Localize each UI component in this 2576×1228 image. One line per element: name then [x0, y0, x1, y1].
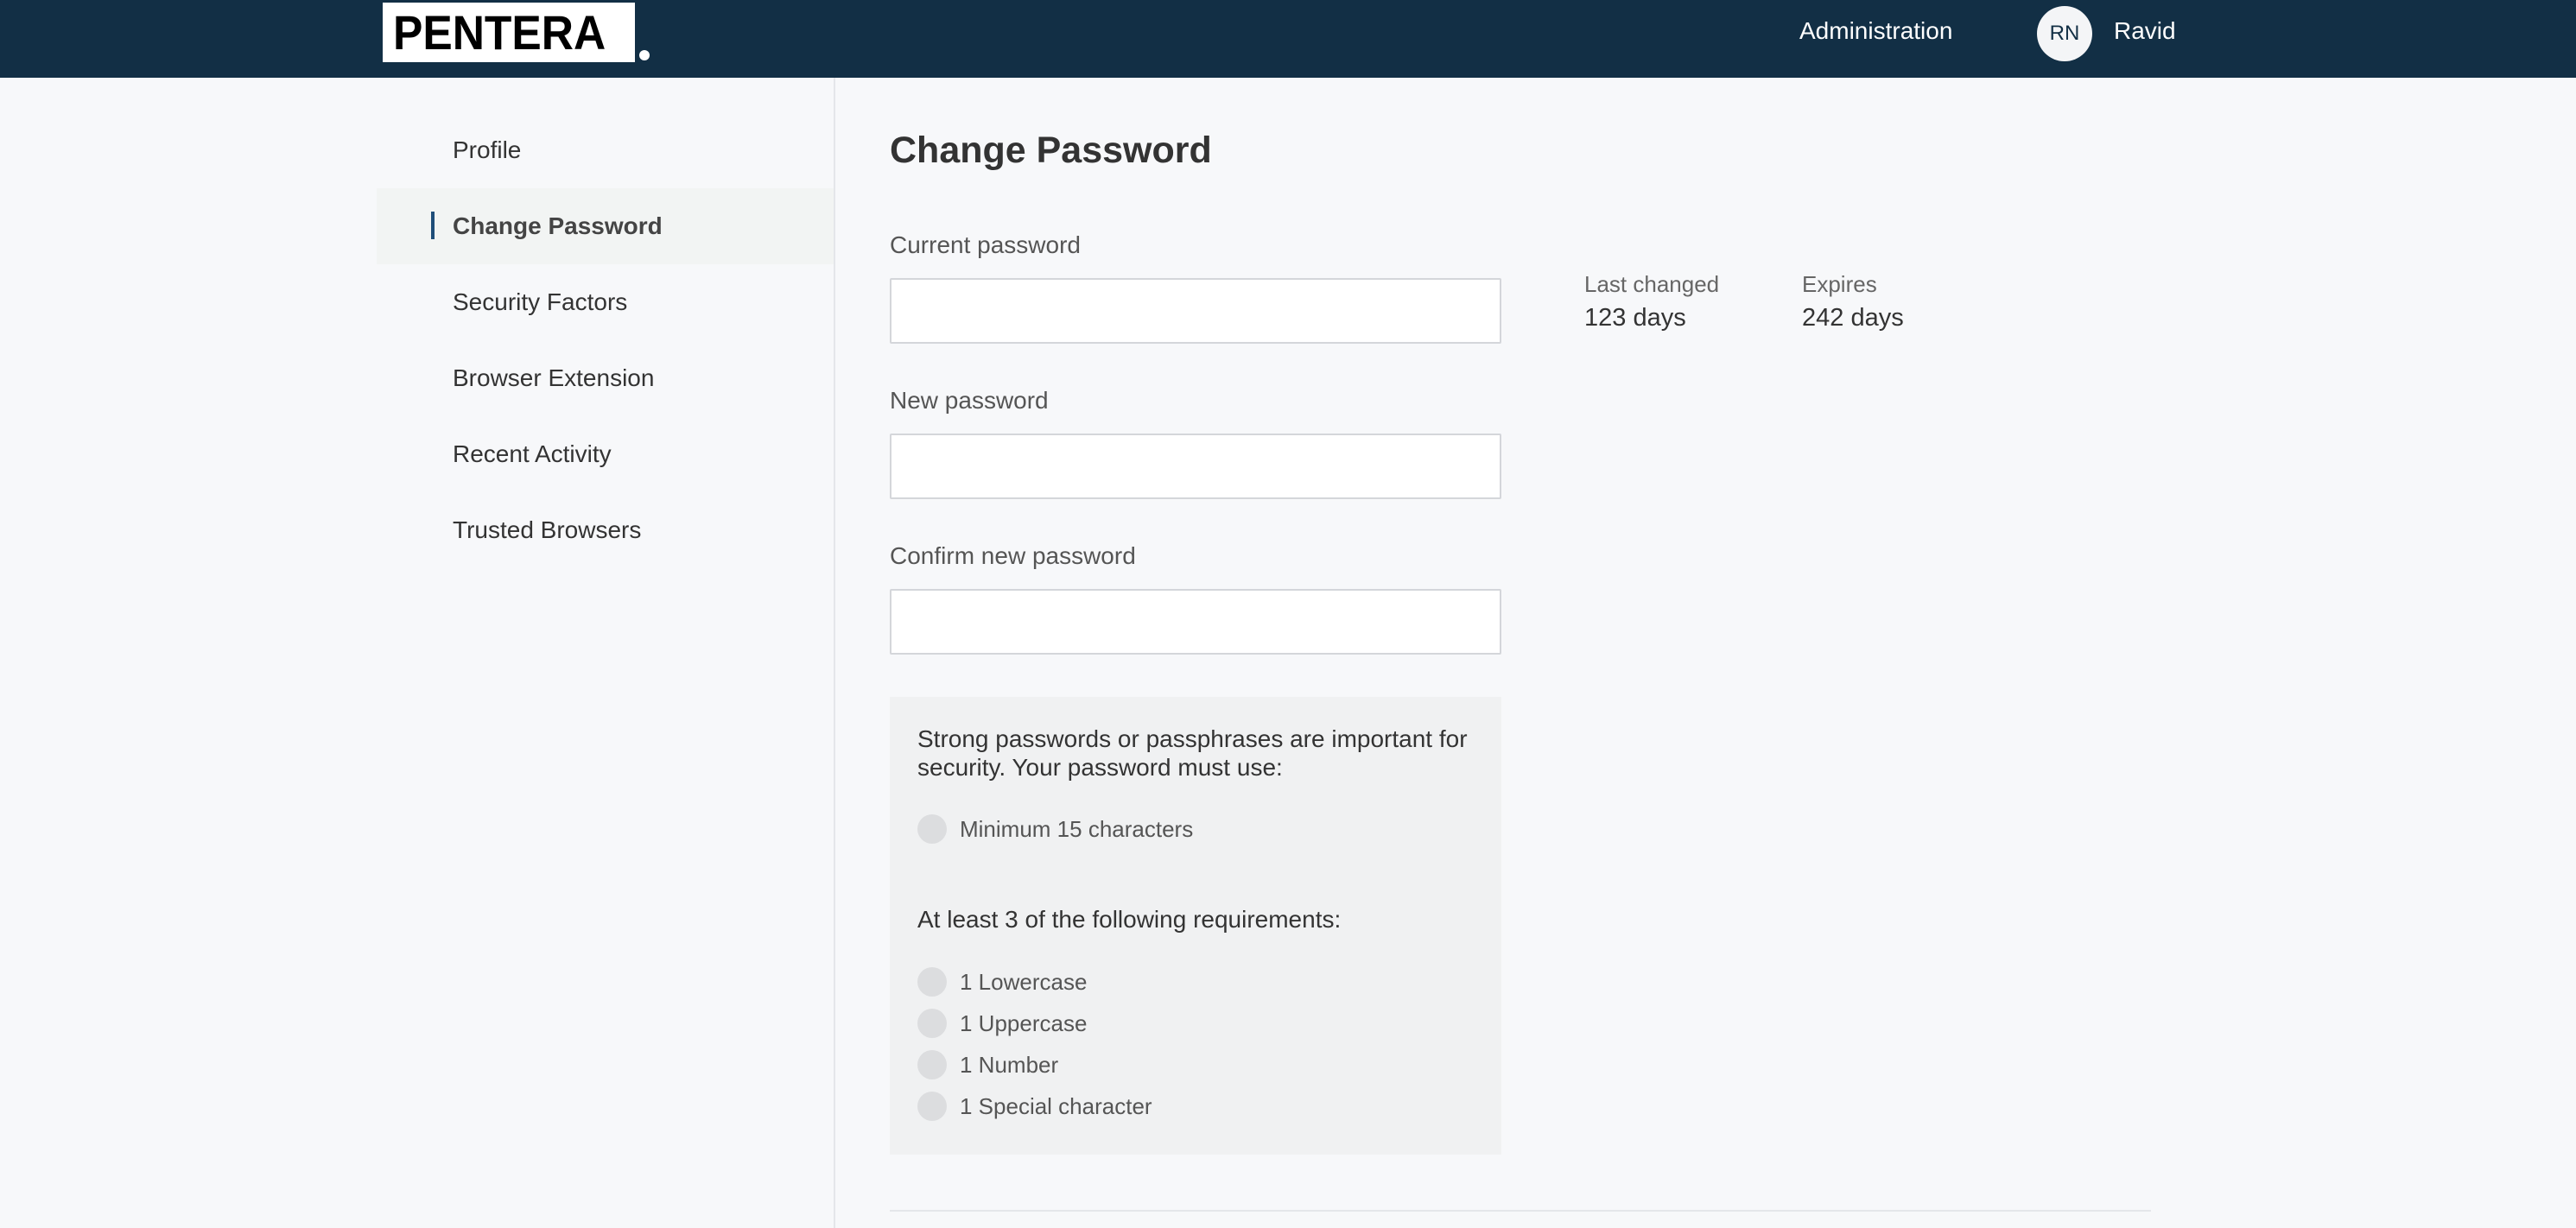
requirement-label: 1 Number — [960, 1051, 1059, 1078]
requirement-minimum-length: Minimum 15 characters — [917, 814, 1193, 844]
sidebar-divider — [834, 78, 835, 1228]
sidebar-item-label: Security Factors — [453, 288, 628, 315]
logo-text: PENTERA — [393, 5, 606, 60]
requirement-label: 1 Uppercase — [960, 1010, 1088, 1036]
sidebar-item-trusted-browsers[interactable]: Trusted Browsers — [377, 492, 834, 568]
last-changed-value: 123 days — [1584, 304, 1686, 332]
expires-value: 242 days — [1802, 304, 1904, 332]
requirement-status-icon — [917, 1009, 947, 1038]
page-title: Change Password — [890, 130, 1212, 171]
sidebar-item-change-password[interactable]: Change Password — [377, 188, 834, 264]
settings-sidebar: Profile Change Password Security Factors… — [377, 78, 834, 1228]
new-password-input[interactable] — [890, 434, 1501, 499]
username-label[interactable]: Ravid — [2114, 17, 2176, 45]
last-changed-label: Last changed — [1584, 271, 1720, 297]
requirement-status-icon — [917, 967, 947, 997]
active-indicator — [431, 212, 435, 239]
new-password-label: New password — [890, 387, 1049, 414]
logo-box: PENTERA — [383, 3, 635, 62]
sidebar-item-profile[interactable]: Profile — [377, 112, 834, 188]
requirement-number: 1 Number — [917, 1050, 1058, 1079]
sidebar-item-browser-extension[interactable]: Browser Extension — [377, 340, 834, 416]
sidebar-item-label: Change Password — [453, 212, 663, 239]
requirement-uppercase: 1 Uppercase — [917, 1009, 1087, 1038]
current-password-label: Current password — [890, 231, 1081, 258]
sidebar-item-label: Profile — [453, 136, 522, 163]
confirm-password-input[interactable] — [890, 589, 1501, 655]
current-password-input[interactable] — [890, 278, 1501, 344]
expires-label: Expires — [1802, 271, 1877, 297]
requirements-intro: Strong passwords or passphrases are impo… — [917, 725, 1468, 782]
sidebar-item-label: Browser Extension — [453, 364, 655, 391]
password-requirements-panel: Strong passwords or passphrases are impo… — [890, 697, 1501, 1155]
requirement-status-icon — [917, 814, 947, 844]
sidebar-item-security-factors[interactable]: Security Factors — [377, 264, 834, 340]
avatar[interactable]: RN — [2037, 6, 2092, 61]
requirement-label: 1 Special character — [960, 1092, 1152, 1119]
sidebar-item-label: Recent Activity — [453, 440, 612, 467]
confirm-password-label: Confirm new password — [890, 542, 1136, 569]
requirement-special-character: 1 Special character — [917, 1092, 1152, 1121]
requirements-intro-line: Strong passwords or passphrases are impo… — [917, 725, 1468, 752]
requirement-status-icon — [917, 1092, 947, 1121]
administration-link[interactable]: Administration — [1799, 17, 1952, 45]
content-divider — [890, 1210, 2151, 1212]
requirement-label: Minimum 15 characters — [960, 815, 1194, 842]
requirements-intro-line: security. Your password must use: — [917, 754, 1283, 781]
requirement-lowercase: 1 Lowercase — [917, 967, 1087, 997]
requirements-subheading: At least 3 of the following requirements… — [917, 906, 1342, 933]
logo-dot-icon — [638, 50, 650, 60]
sidebar-item-label: Trusted Browsers — [453, 516, 642, 543]
sidebar-item-recent-activity[interactable]: Recent Activity — [377, 416, 834, 492]
pentera-logo[interactable]: PENTERA — [383, 3, 650, 62]
requirement-status-icon — [917, 1050, 947, 1079]
requirement-label: 1 Lowercase — [960, 968, 1088, 995]
top-nav-bar: PENTERA Administration RN Ravid — [0, 0, 2576, 78]
